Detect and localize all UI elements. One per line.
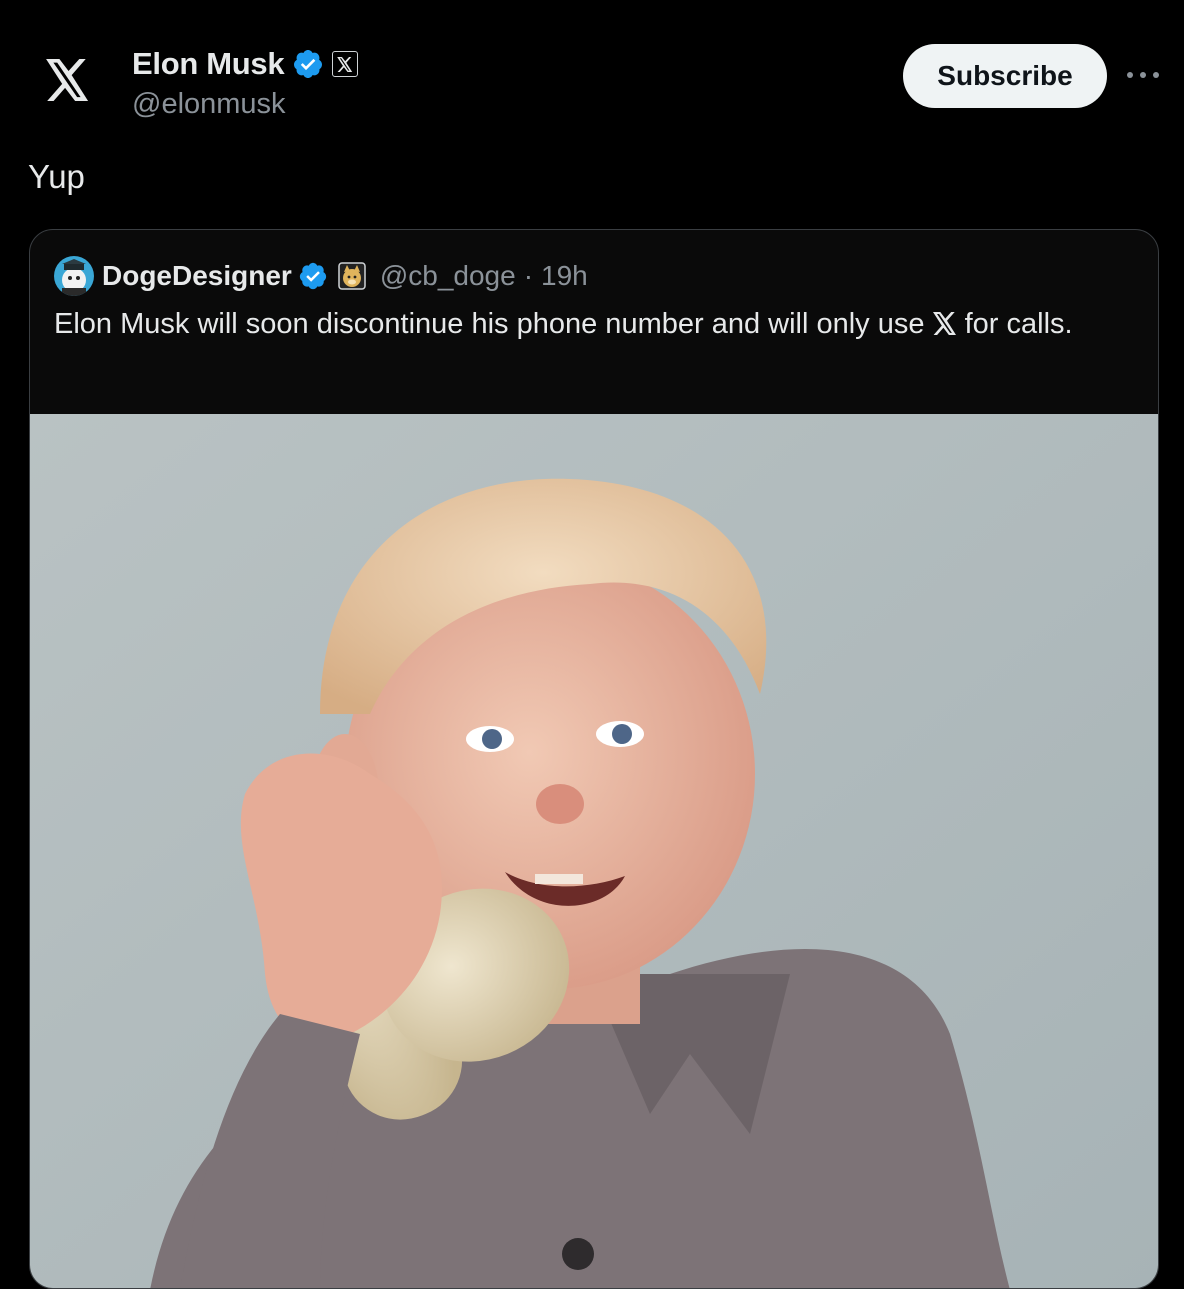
quoted-author-handle[interactable]: @cb_doge <box>380 260 516 292</box>
subscribe-button[interactable]: Subscribe <box>903 44 1107 108</box>
quoted-header: DogeDesigner @cb_doge · 19h <box>54 254 588 298</box>
x-affiliate-badge-icon[interactable] <box>332 51 359 77</box>
more-options-button[interactable] <box>1123 60 1163 90</box>
quoted-text-part: Elon Musk will soon discontinue his phon… <box>54 308 933 340</box>
doge-avatar-icon <box>54 256 94 296</box>
author-name[interactable]: Elon Musk <box>132 46 285 82</box>
author-handle[interactable]: @elonmusk <box>132 88 358 121</box>
x-logo-icon <box>932 312 956 335</box>
quoted-avatar[interactable] <box>54 256 94 296</box>
quoted-timestamp[interactable]: 19h <box>541 260 588 292</box>
quoted-author-name[interactable]: DogeDesigner <box>102 260 292 292</box>
quoted-tweet[interactable]: DogeDesigner @cb_doge · 19h Elon Musk wi… <box>29 229 1159 1289</box>
author-block: Elon Musk @elonmusk <box>132 44 359 121</box>
x-logo-icon <box>46 59 89 101</box>
tweet-text: Yup <box>28 158 85 195</box>
author-avatar[interactable] <box>22 34 114 126</box>
separator-dot: · <box>523 260 534 291</box>
x-logo-icon <box>337 56 353 72</box>
quoted-photo[interactable] <box>30 414 1159 1289</box>
more-horizontal-icon <box>1127 72 1159 78</box>
doge-affiliate-badge-icon[interactable] <box>338 262 366 290</box>
verified-badge-icon[interactable] <box>298 261 328 291</box>
verified-badge-icon[interactable] <box>292 48 324 80</box>
quoted-text: Elon Musk will soon discontinue his phon… <box>54 304 1114 344</box>
quoted-text-part: for calls. <box>956 308 1073 340</box>
